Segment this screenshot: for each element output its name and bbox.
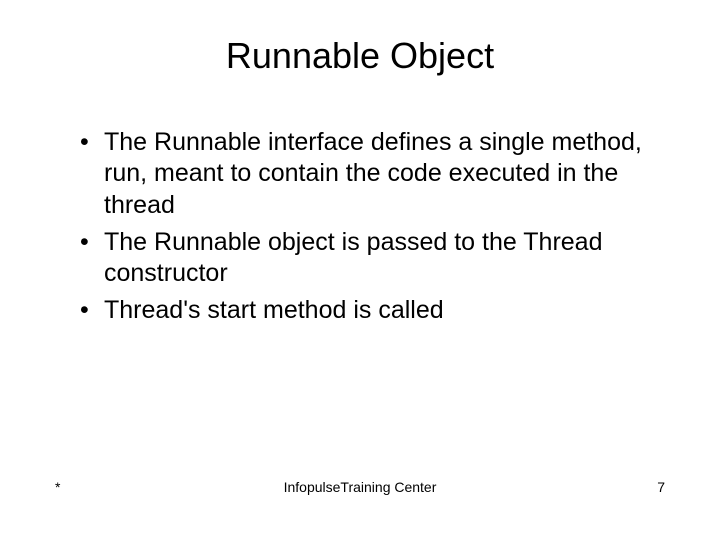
list-item: The Runnable interface defines a single … [80, 127, 670, 221]
slide-title: Runnable Object [50, 35, 670, 77]
bullet-list: The Runnable interface defines a single … [50, 127, 670, 327]
list-item: Thread's start method is called [80, 295, 670, 326]
slide-content: The Runnable interface defines a single … [50, 127, 670, 479]
page-number: 7 [462, 479, 665, 495]
list-item: The Runnable object is passed to the Thr… [80, 227, 670, 290]
slide: Runnable Object The Runnable interface d… [0, 0, 720, 540]
footer-org: InfopulseTraining Center [258, 479, 461, 495]
footer-date: * [55, 479, 258, 495]
slide-footer: * InfopulseTraining Center 7 [50, 479, 670, 500]
